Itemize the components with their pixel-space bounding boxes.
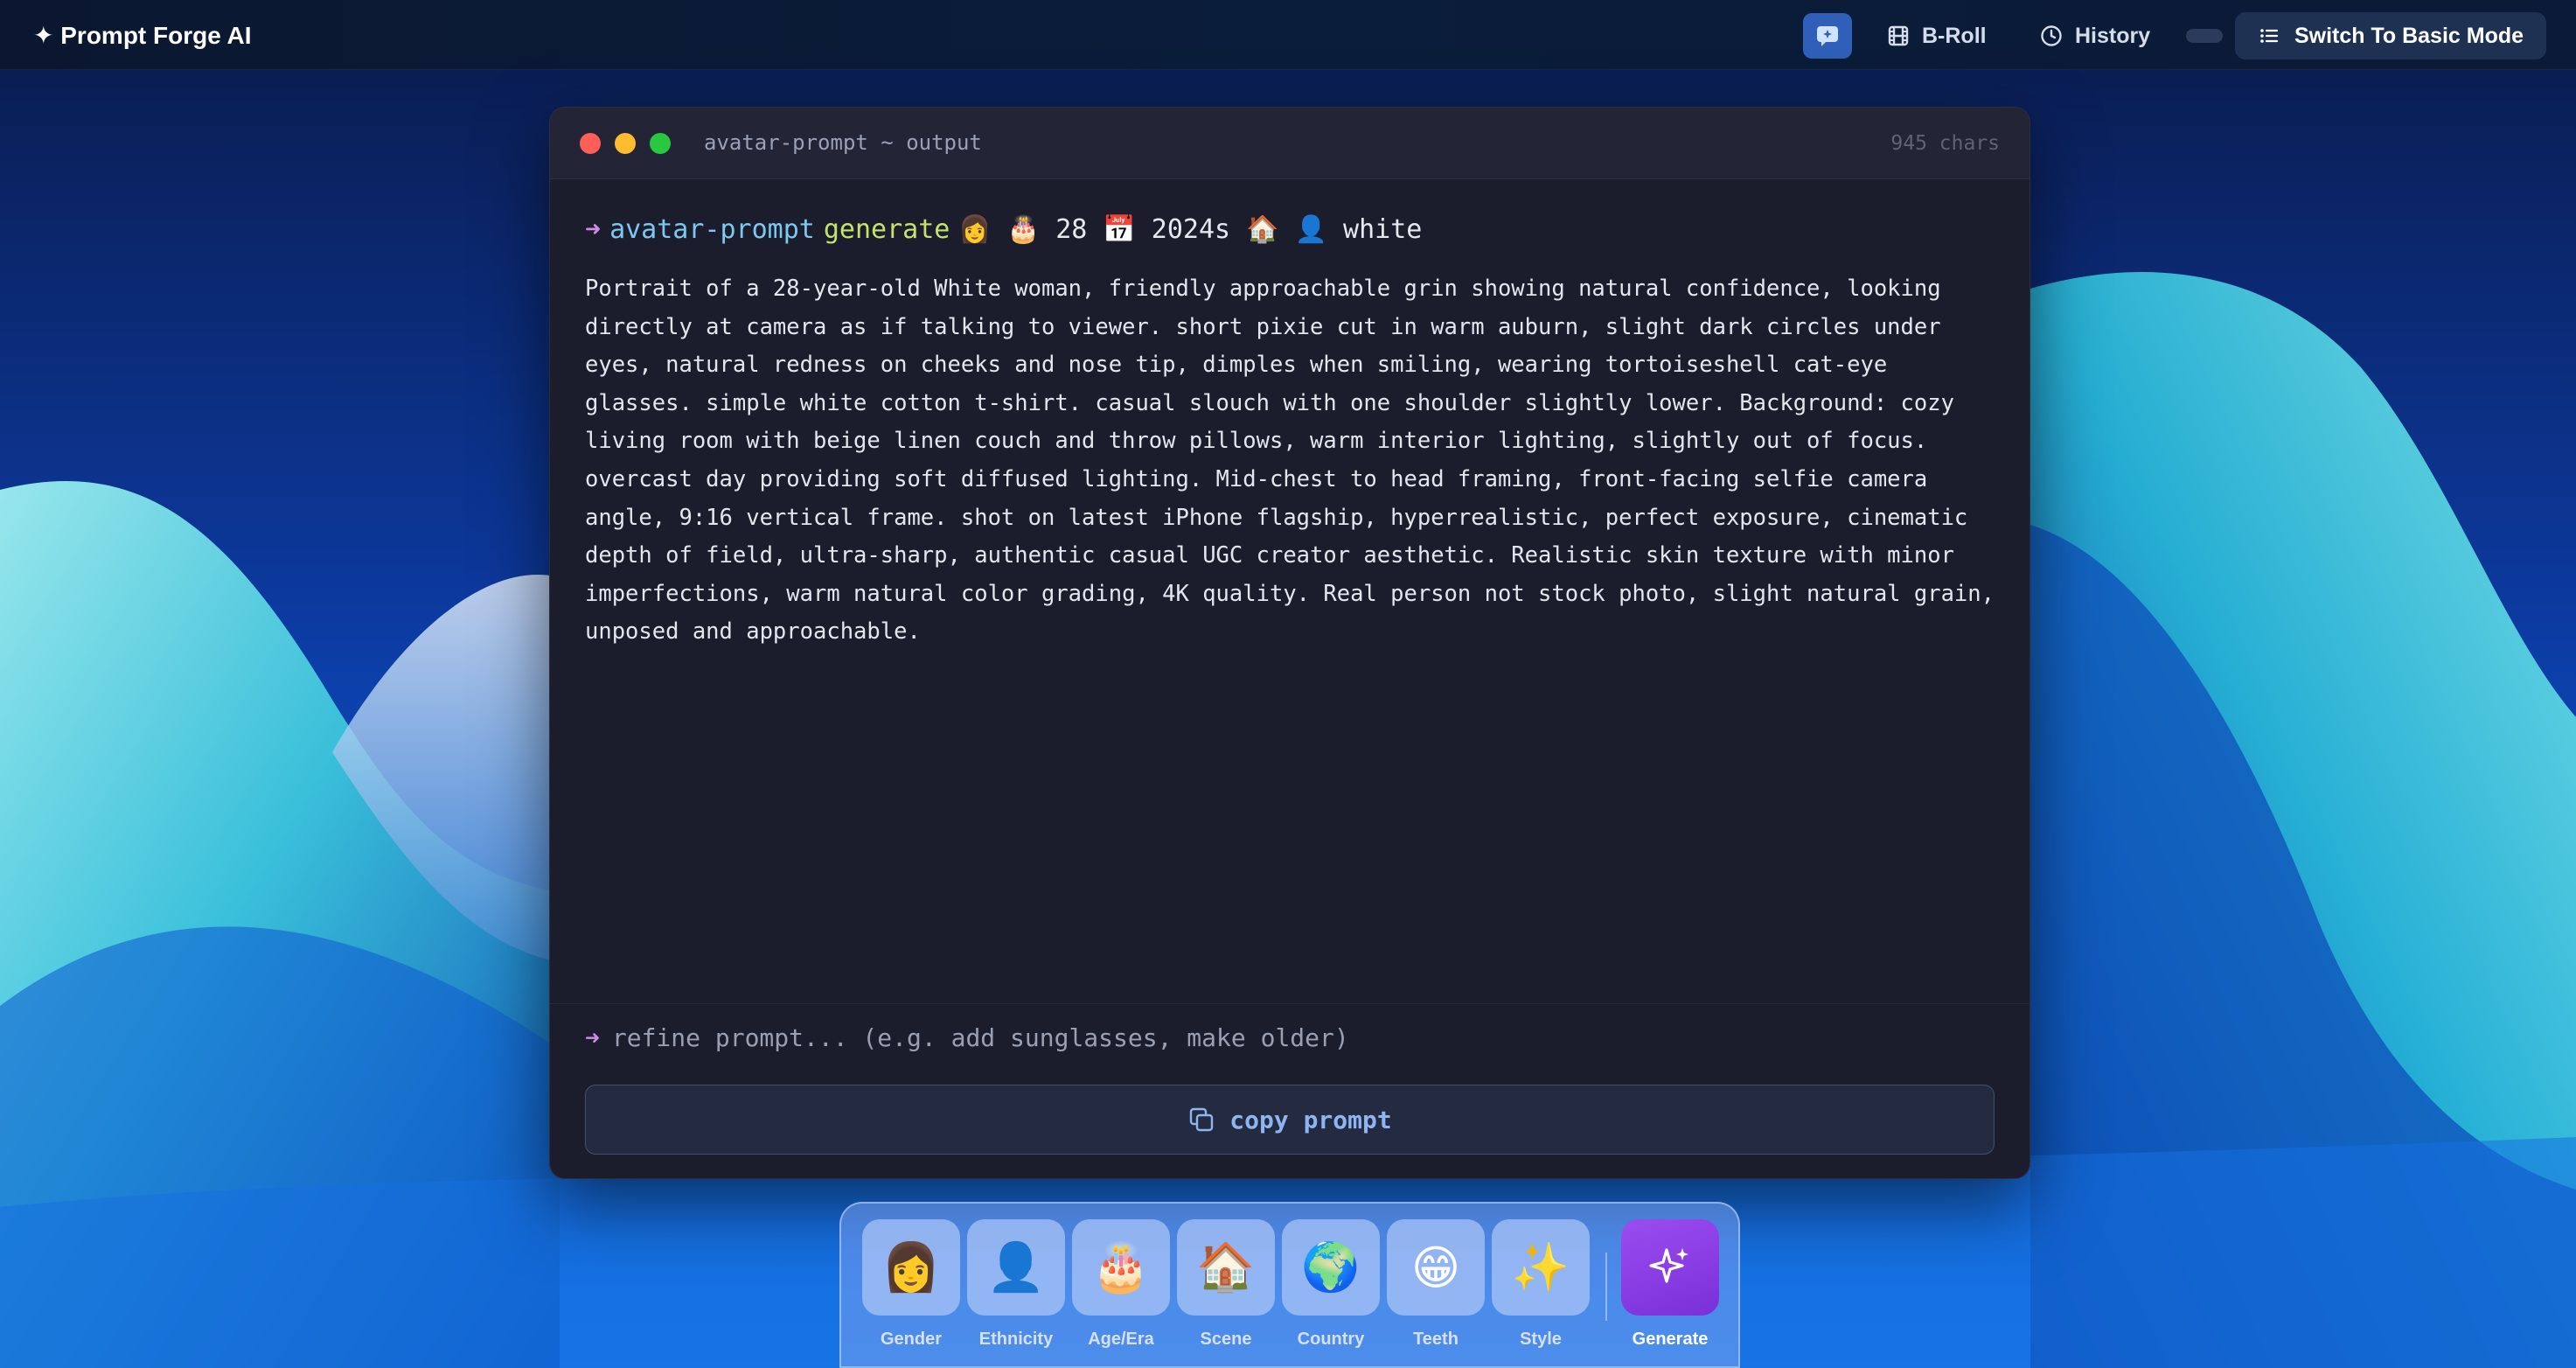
dock-label: Style xyxy=(1520,1330,1562,1349)
dock-item-ethnicity[interactable]: 👤 Ethnicity xyxy=(967,1219,1065,1350)
film-icon xyxy=(1888,25,1909,46)
app-name: ✦ Prompt Forge AI xyxy=(33,21,252,49)
copy-prompt-button[interactable]: copy prompt xyxy=(585,1085,1995,1155)
copy-prompt-label: copy prompt xyxy=(1229,1105,1392,1134)
sparkle-icon xyxy=(1621,1219,1719,1316)
dock-item-scene[interactable]: 🏠 Scene xyxy=(1177,1219,1275,1350)
prompt-output-window: avatar-prompt ~ output 945 chars ➜ avata… xyxy=(549,107,2030,1179)
dock-label: Gender xyxy=(880,1330,943,1349)
copy-icon xyxy=(1190,1107,1214,1132)
dock-item-style[interactable]: ✨ Style xyxy=(1492,1219,1590,1350)
generated-prompt-text[interactable]: Portrait of a 28-year-old White woman, f… xyxy=(585,270,2002,652)
maximize-window-button[interactable] xyxy=(650,133,671,154)
dock-item-gender[interactable]: 👩 Gender xyxy=(862,1219,960,1350)
dock-label: Scene xyxy=(1200,1330,1252,1349)
minimize-window-button[interactable] xyxy=(615,133,636,154)
house-icon: 🏠 xyxy=(1177,1219,1275,1316)
app-logo[interactable]: ✦ Prompt Forge AI xyxy=(33,17,252,52)
refine-prompt-input[interactable] xyxy=(611,1023,1924,1052)
dock-label: Age/Era xyxy=(1088,1330,1154,1349)
dock-item-teeth[interactable]: 😁 Teeth xyxy=(1387,1219,1485,1350)
broll-label: B-Roll xyxy=(1922,23,1987,48)
history-label: History xyxy=(2075,23,2151,48)
globe-icon: 🌍 xyxy=(1282,1219,1380,1316)
history-button[interactable]: History xyxy=(2040,16,2150,56)
character-count: 945 chars xyxy=(1890,132,2000,155)
command-verb: generate xyxy=(823,214,950,245)
command-arguments: 👩 🎂 28 📅 2024s 🏠 👤 white xyxy=(958,214,1423,245)
window-title: avatar-prompt ~ output xyxy=(704,130,982,155)
grin-face-icon: 😁 xyxy=(1387,1219,1485,1316)
dock-label: Country xyxy=(1297,1330,1365,1349)
clock-icon xyxy=(2041,25,2062,46)
dock-item-age-era[interactable]: 🎂 Age/Era xyxy=(1072,1219,1170,1350)
top-bar: ✦ Prompt Forge AI B-Roll History Switch … xyxy=(0,0,2576,70)
broll-button[interactable]: B-Roll xyxy=(1887,16,1987,56)
dock-item-country[interactable]: 🌍 Country xyxy=(1282,1219,1380,1350)
dock-label: Teeth xyxy=(1413,1330,1459,1349)
chat-mode-button[interactable] xyxy=(1803,13,1852,59)
dock-divider xyxy=(1605,1253,1607,1321)
close-window-button[interactable] xyxy=(580,133,601,154)
command-name: avatar-prompt xyxy=(609,214,815,245)
refine-arrow-icon: ➜ xyxy=(585,1023,600,1052)
generate-label: Generate xyxy=(1632,1330,1709,1349)
gender-icon: 👩 xyxy=(862,1219,960,1316)
command-line: ➜ avatar-prompt generate 👩 🎂 28 📅 2024s … xyxy=(585,214,1422,245)
birthday-cake-icon: 🎂 xyxy=(1072,1219,1170,1316)
mode-toggle[interactable] xyxy=(2186,29,2223,43)
ethnicity-icon: 👤 xyxy=(967,1219,1065,1316)
dock-label: Ethnicity xyxy=(978,1330,1054,1349)
refine-area: ➜ copy prompt xyxy=(550,1003,2029,1178)
window-titlebar: avatar-prompt ~ output 945 chars xyxy=(550,108,2029,179)
list-icon xyxy=(2260,29,2279,43)
prompt-arrow-icon: ➜ xyxy=(585,214,602,245)
switch-basic-mode-label: Switch To Basic Mode xyxy=(2294,23,2524,48)
switch-basic-mode-button[interactable]: Switch To Basic Mode xyxy=(2235,12,2546,59)
chat-icon xyxy=(1817,26,1838,46)
attribute-dock: 👩 Gender 👤 Ethnicity 🎂 Age/Era 🏠 Scene 🌍… xyxy=(839,1202,1740,1368)
sparkles-icon: ✨ xyxy=(1492,1219,1590,1316)
generate-button[interactable]: Generate xyxy=(1621,1219,1719,1350)
refine-row: ➜ xyxy=(585,1023,1924,1052)
